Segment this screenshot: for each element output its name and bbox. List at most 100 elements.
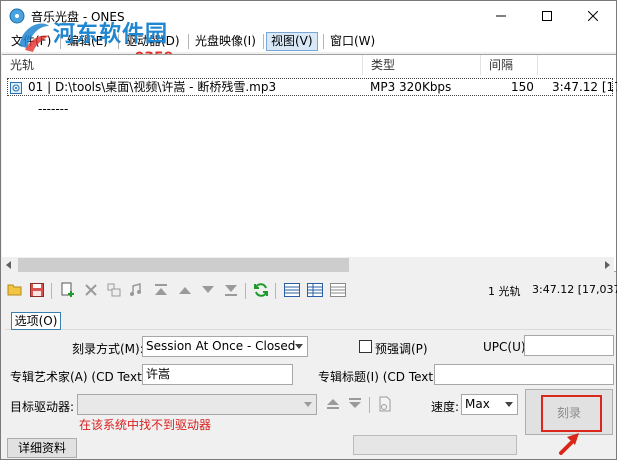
upc-label: UPC(U): [483,340,530,354]
maximize-icon [542,11,552,21]
add-track-button[interactable] [58,280,78,300]
drive-warning: 在该系统中找不到驱动器 [79,418,212,432]
burn-mode-value: Session At Once - Closed [146,339,296,353]
columns-view-icon [307,283,323,297]
save-button[interactable] [27,280,47,300]
load-tray-icon [349,398,361,408]
artist-label: 专辑艺术家(A) (CD Text): [10,370,151,384]
toolbar-separator [369,397,370,413]
preemphasis-label: 预强调(P) [375,342,428,356]
drive-info-button[interactable] [375,394,395,414]
move-down-button[interactable] [198,280,218,300]
document-icon [379,396,391,412]
move-up-button[interactable] [175,280,195,300]
add-file-icon [61,282,74,297]
column-header-gap[interactable]: 间隔 [481,55,538,75]
close-icon [588,11,598,21]
remove-button[interactable] [81,280,101,300]
move-bottom-icon [225,285,237,296]
album-title-input[interactable] [434,364,614,385]
column-header-length[interactable] [538,55,616,75]
chevron-down-icon [295,344,303,349]
burn-mode-label: 刻录方式(M): [72,342,144,356]
placeholder-row: ------- [38,102,69,116]
toolbar-separator [275,283,276,299]
details-button[interactable]: 详细资料 [7,438,77,458]
app-window: 音乐光盘 - ONES 文件(F) 编辑(E) 驱动器(D) 光盘映像(I) 视… [0,0,617,460]
move-top-icon [155,284,167,295]
load-button[interactable] [345,394,365,414]
title-bar[interactable]: 音乐光盘 - ONES [1,1,616,31]
artist-input[interactable]: 许嵩 [142,364,293,385]
minimize-button[interactable] [478,1,524,31]
properties-icon [107,283,121,297]
scroll-left-icon[interactable] [5,261,13,269]
maximize-button[interactable] [524,1,570,31]
scroll-thumb[interactable] [18,258,349,272]
track-gap: 150 [511,80,534,94]
total-length: 3:47.12 [17,037] [532,283,617,296]
speed-value: Max [465,397,490,411]
menu-edit[interactable]: 编辑(E) [63,32,112,51]
column-header-track[interactable]: 光轨 [2,55,363,75]
speed-select[interactable]: Max [461,394,518,415]
menu-separator [263,34,264,49]
track-path: 01 | D:\tools\桌面\视频\许嵩 - 断桥残雪.mp3 [28,80,277,94]
view-list-button[interactable] [282,280,302,300]
preemphasis-checkbox[interactable] [359,340,372,353]
arrow-up-icon [179,287,191,294]
menu-drive[interactable]: 驱动器(D) [121,32,184,51]
properties-button[interactable] [104,280,124,300]
speed-label: 速度: [431,400,460,414]
album-title-label: 专辑标题(I) (CD Text): [318,370,442,384]
menu-bar: 文件(F) 编辑(E) 驱动器(D) 光盘映像(I) 视图(V) 窗口(W) [1,31,616,52]
toolbar-separator [245,283,246,299]
move-bottom-button[interactable] [221,280,241,300]
scroll-right-icon[interactable] [603,261,611,269]
window-title: 音乐光盘 - ONES [31,10,125,24]
open-button[interactable] [5,280,25,300]
toolbar-separator [51,283,52,299]
minimize-icon [496,15,506,17]
move-top-button[interactable] [151,280,171,300]
track-type: MP3 320Kbps [370,80,452,94]
table-row[interactable]: 01 | D:\tools\桌面\视频\许嵩 - 断桥残雪.mp3 MP3 32… [7,78,617,96]
upc-input[interactable] [524,335,614,356]
arrow-down-icon [202,286,214,293]
refresh-icon [254,283,268,297]
menu-window[interactable]: 窗口(W) [326,32,379,51]
music-note-icon [130,283,141,296]
view-columns-button[interactable] [305,280,325,300]
horizontal-scrollbar[interactable] [2,257,614,273]
track-count: 1 光轨 [488,285,521,298]
menu-file[interactable]: 文件(F) [7,32,55,51]
remove-icon [85,284,97,296]
target-drive-label: 目标驱动器: [10,400,75,414]
options-tab-strip [5,310,612,330]
burn-mode-select[interactable]: Session At Once - Closed [142,336,308,357]
disc-app-icon [9,8,25,24]
toolbar [1,280,616,302]
chevron-down-icon [505,402,513,407]
view-detail-button[interactable] [328,280,348,300]
menu-separator [188,34,189,49]
target-drive-select[interactable] [77,394,317,415]
list-view-icon [284,283,300,297]
column-header-type[interactable]: 类型 [363,55,481,75]
close-button[interactable] [570,1,616,31]
highlight-box [541,395,602,432]
menu-separator [60,34,61,49]
tab-options[interactable]: 选项(O) [11,312,61,330]
save-icon [30,283,44,297]
track-list[interactable]: 光轨 类型 间隔 01 | D:\tools\桌面\视频\许嵩 - 断桥残雪.m… [2,54,617,272]
eject-button[interactable] [323,394,343,414]
eject-icon [327,399,339,409]
detail-view-icon [330,283,346,297]
audio-edit-button[interactable] [126,280,146,300]
menu-view[interactable]: 视图(V) [266,32,318,51]
progress-bar [353,435,517,455]
menu-separator [323,34,324,49]
refresh-button[interactable] [251,280,271,300]
menu-disc-image[interactable]: 光盘映像(I) [191,32,260,51]
chevron-down-icon [304,402,312,407]
